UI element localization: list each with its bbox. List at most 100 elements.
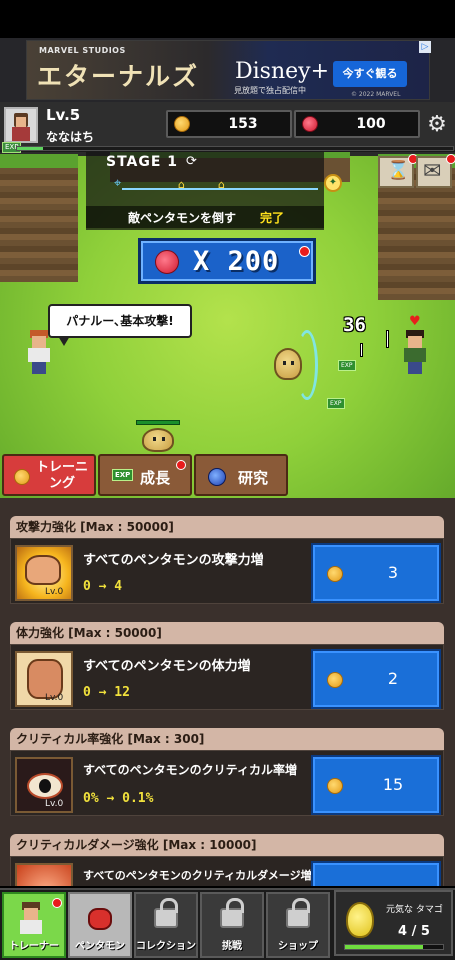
- upgrade-description: すべてのペンタモンの攻撃力増: [83, 553, 264, 568]
- gem-value: 100: [356, 116, 386, 132]
- hit-spark: [360, 343, 363, 357]
- ad-choices-icon[interactable]: ▷: [419, 41, 431, 53]
- hit-spark: [386, 330, 389, 348]
- exp-bar: [16, 146, 454, 151]
- goal-icon: ✦: [324, 174, 342, 192]
- stage-label: STAGE 1: [106, 154, 179, 170]
- upgrade-buy-button[interactable]: [311, 861, 441, 886]
- pentamon-shape: [88, 908, 112, 930]
- cliff-left: [0, 154, 78, 282]
- mission-status: 完了: [260, 211, 285, 225]
- upgrade-level: Lv.0: [45, 693, 64, 703]
- ad-banner[interactable]: MARVEL STUDIOS エターナルズ Disney+ 見放題で独占配信中 …: [0, 38, 455, 102]
- upgrade-body: Lv.0 すべてのペンタモンの体力増 0 → 12 2: [10, 644, 444, 710]
- upgrade-cost: 2: [387, 669, 399, 688]
- player-avatar[interactable]: [4, 107, 38, 143]
- monster-hp-bar: [136, 420, 180, 425]
- upgrade-header: クリティカル率強化 [Max : 300]: [10, 728, 444, 750]
- coin-icon: [14, 469, 30, 485]
- ad-cta-button[interactable]: 今すぐ観る: [333, 61, 407, 87]
- exp-bar-fill: [17, 147, 44, 150]
- gem-counter[interactable]: 100: [294, 110, 420, 138]
- gem-reward-button[interactable]: X 200: [138, 238, 316, 284]
- speech-bubble-tail: [58, 336, 70, 346]
- tab-research[interactable]: 研究: [194, 454, 288, 496]
- gem-icon: [302, 116, 318, 132]
- ad-copyright: © 2022 MARVEL: [351, 91, 401, 98]
- nav-challenge[interactable]: 挑戦: [200, 892, 264, 958]
- fist-icon: Lv.0: [15, 545, 73, 601]
- tab-label: トレーニング: [35, 460, 88, 491]
- coin-icon: [327, 672, 343, 688]
- monster-eye: [153, 437, 156, 441]
- nav-pentamon[interactable]: ペンタモン: [68, 892, 132, 958]
- lock-icon: [286, 898, 310, 928]
- ad-creative[interactable]: MARVEL STUDIOS エターナルズ Disney+ 見放題で独占配信中 …: [26, 40, 431, 100]
- character-pants: [408, 362, 422, 374]
- upgrade-tabs: トレーニング EXP 成長 研究: [0, 454, 455, 496]
- hourglass-icon: ⌛: [387, 160, 410, 181]
- nav-shop[interactable]: ショップ: [266, 892, 330, 958]
- status-strip: [0, 0, 455, 38]
- quest-button[interactable]: ⌛: [378, 154, 418, 188]
- egg-count: 4 / 5: [398, 924, 430, 939]
- upgrade-level: Lv.0: [45, 587, 64, 597]
- nav-label: コレクション: [136, 941, 196, 952]
- notification-dot: [176, 460, 186, 470]
- upgrade-card-health: 体力強化 [Max : 50000] Lv.0 すべてのペンタモンの体力増 0 …: [10, 622, 444, 724]
- upgrade-buy-button[interactable]: 3: [311, 543, 441, 603]
- upgrade-card-crit-rate: クリティカル率強化 [Max : 300] Lv.0 すべてのペンタモンのクリテ…: [10, 728, 444, 830]
- exp-orb: EXP: [327, 398, 345, 409]
- exp-icon: EXP: [112, 469, 134, 481]
- ad-title: エターナルズ: [37, 62, 200, 91]
- coin-icon: [327, 566, 343, 582]
- nav-collection[interactable]: コレクション: [134, 892, 198, 958]
- research-orb-icon: [208, 468, 226, 486]
- upgrade-buy-button[interactable]: 15: [311, 755, 441, 815]
- coin-counter[interactable]: 153: [166, 110, 292, 138]
- reward-amount: X 200: [193, 246, 280, 277]
- gem-icon: [155, 250, 179, 274]
- mail-button[interactable]: ✉: [416, 154, 455, 188]
- character-face: [24, 908, 38, 920]
- upgrade-card-attack: 攻撃力強化 [Max : 50000] Lv.0 すべてのペンタモンの攻撃力増 …: [10, 516, 444, 618]
- lock-icon: [154, 898, 178, 928]
- lock-icon: [220, 898, 244, 928]
- egg-panel[interactable]: 元気な タマゴ 4 / 5: [334, 890, 453, 956]
- coin-icon: [327, 778, 343, 794]
- upgrade-change: 0 → 4: [83, 579, 123, 594]
- heart-icon: ♥: [409, 314, 421, 329]
- torso-icon: Lv.0: [15, 651, 73, 707]
- crit-eye-icon: Lv.0: [15, 757, 73, 813]
- tab-training[interactable]: トレーニング: [2, 454, 96, 496]
- nav-label: 挑戦: [222, 941, 242, 952]
- nav-trainer[interactable]: トレーナー: [2, 892, 66, 958]
- upgrade-list[interactable]: 攻撃力強化 [Max : 50000] Lv.0 すべてのペンタモンの攻撃力増 …: [0, 498, 455, 886]
- crit-damage-icon: [15, 863, 73, 886]
- house-icon: ⌂: [218, 178, 225, 191]
- upgrade-level: Lv.0: [45, 799, 64, 809]
- character-shirt: [28, 348, 50, 362]
- player-level: Lv.5: [46, 106, 81, 124]
- upgrade-body: すべてのペンタモンのクリティカルダメージ増: [10, 856, 444, 886]
- settings-gear-icon[interactable]: ⚙: [425, 113, 449, 137]
- trainer-character: [26, 330, 54, 380]
- upgrade-cost: 15: [382, 775, 404, 794]
- notification-dot: [446, 154, 455, 164]
- crit-eye-shape: [27, 773, 63, 799]
- egg-progress-bar: [344, 944, 444, 950]
- egg-progress-fill: [345, 945, 424, 949]
- upgrade-header: 攻撃力強化 [Max : 50000]: [10, 516, 444, 538]
- monster-eye: [283, 361, 286, 365]
- stage-refresh-icon[interactable]: ⟳: [186, 154, 197, 169]
- ad-studio-logo: MARVEL STUDIOS: [39, 46, 126, 55]
- trainer-icon: [18, 902, 50, 938]
- upgrade-header: 体力強化 [Max : 50000]: [10, 622, 444, 644]
- nav-label: トレーナー: [9, 941, 59, 952]
- upgrade-body: Lv.0 すべてのペンタモンのクリティカル率増 0% → 0.1% 15: [10, 750, 444, 816]
- stage-panel: STAGE 1 ⟳ ⌖ ⌂ ⌂ ✦ 敵ペンタモンを倒す 完了: [86, 152, 342, 230]
- upgrade-buy-button[interactable]: 2: [311, 649, 441, 709]
- map-pin-icon: ⌖: [114, 176, 122, 191]
- upgrade-card-crit-damage: クリティカルダメージ強化 [Max : 10000] すべてのペンタモンのクリテ…: [10, 834, 444, 886]
- tab-growth[interactable]: EXP 成長: [98, 454, 192, 496]
